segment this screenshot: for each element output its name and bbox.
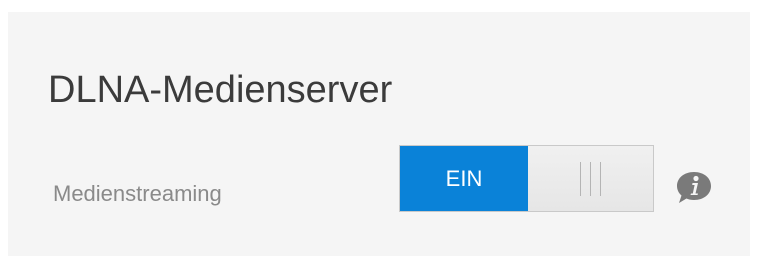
grip-lines-icon bbox=[580, 161, 601, 196]
section-title: DLNA-Medienserver bbox=[48, 69, 393, 111]
toggle-handle[interactable] bbox=[528, 146, 653, 211]
info-icon[interactable] bbox=[674, 168, 714, 208]
media-streaming-label: Medienstreaming bbox=[53, 181, 222, 206]
dlna-settings-panel: DLNA-Medienserver Medienstreaming EIN bbox=[8, 12, 750, 256]
media-streaming-toggle[interactable]: EIN bbox=[399, 145, 654, 212]
toggle-on-state: EIN bbox=[400, 146, 528, 211]
